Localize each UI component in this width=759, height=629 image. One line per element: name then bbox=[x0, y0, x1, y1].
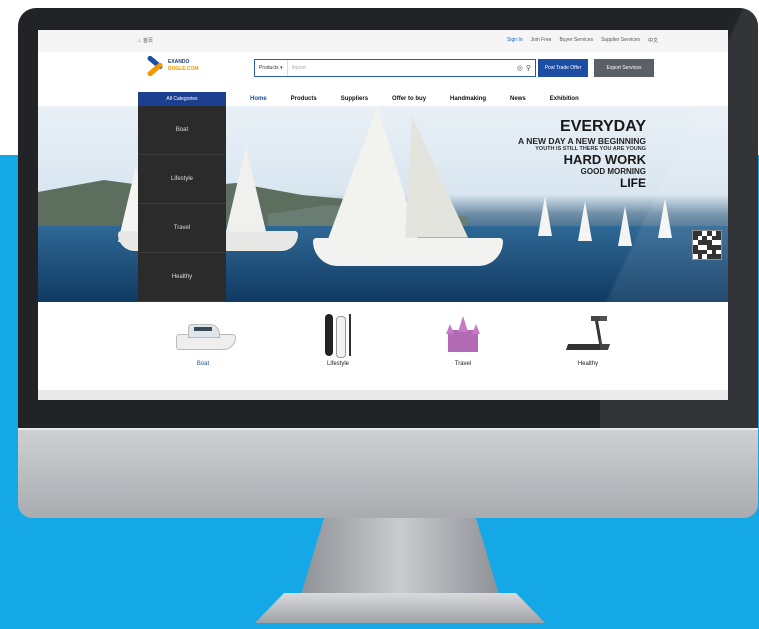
nav-item-offer-to-buy[interactable]: Offer to buy bbox=[392, 96, 426, 102]
paddleboard-icon bbox=[303, 312, 373, 358]
product-label-boat: Boat bbox=[196, 361, 210, 367]
hero-line-life: LIFE bbox=[620, 176, 646, 190]
product-categories: Boat Lifestyle Travel Healthy bbox=[38, 302, 728, 390]
search-category-select[interactable]: Products ▾ bbox=[255, 60, 288, 76]
product-card-healthy[interactable]: Healthy bbox=[543, 312, 633, 382]
search-bar: Products ▾ Import ◎ ⚲ bbox=[254, 59, 536, 77]
home-icon: ⌂ bbox=[138, 37, 142, 44]
logo-mark-icon bbox=[146, 54, 164, 78]
product-label-lifestyle: Lifestyle bbox=[326, 361, 349, 367]
product-label-healthy: Healthy bbox=[577, 361, 599, 367]
sail-shape bbox=[405, 116, 468, 238]
home-label: 首页 bbox=[143, 38, 154, 44]
boat-hull-shape bbox=[313, 238, 503, 266]
chevron-down-icon: ▾ bbox=[280, 65, 283, 71]
screen-footer-strip bbox=[38, 390, 728, 400]
distant-sail-shape bbox=[578, 201, 592, 241]
post-trade-offer-button[interactable]: Post Trade Offer bbox=[538, 59, 588, 77]
supplier-services-menu[interactable]: Supplier Services bbox=[601, 37, 640, 44]
hero-line-new-day: A NEW DAY A NEW BEGINNING bbox=[518, 136, 646, 146]
hero-text: EVERYDAY A NEW DAY A NEW BEGINNING YOUTH… bbox=[518, 118, 646, 190]
castle-icon bbox=[428, 312, 498, 357]
monitor-stand-base bbox=[255, 593, 545, 623]
distant-sail-shape bbox=[538, 196, 552, 236]
top-utility-bar: ⌂ 首页 Sign In Join Free Buyer Services Su… bbox=[38, 30, 728, 52]
category-side-menu: Boat Lifestyle Travel Healthy bbox=[138, 106, 226, 302]
nav-item-exhibition[interactable]: Exhibition bbox=[550, 96, 579, 102]
logo-text: EXANDO DUGLE.COM bbox=[168, 59, 199, 73]
nav-item-suppliers[interactable]: Suppliers bbox=[341, 96, 368, 102]
qr-code-icon[interactable] bbox=[692, 230, 722, 260]
nav-item-handmaking[interactable]: Handmaking bbox=[450, 96, 486, 102]
distant-sail-shape bbox=[658, 198, 672, 238]
site-header: EXANDO DUGLE.COM Products ▾ Import ◎ ⚲ P… bbox=[38, 52, 728, 92]
join-free-link[interactable]: Join Free bbox=[531, 37, 552, 44]
buyer-services-menu[interactable]: Buyer Services bbox=[559, 37, 593, 44]
screen: ⌂ 首页 Sign In Join Free Buyer Services Su… bbox=[38, 30, 728, 400]
chin-divider bbox=[18, 428, 758, 430]
boat-icon bbox=[168, 312, 238, 357]
nav-item-home[interactable]: Home bbox=[250, 96, 267, 102]
logo-subtitle: DUGLE.COM bbox=[168, 66, 199, 72]
product-card-lifestyle[interactable]: Lifestyle bbox=[293, 312, 383, 382]
sign-in-link[interactable]: Sign In bbox=[507, 37, 523, 44]
nav-items: Home Products Suppliers Offer to buy Han… bbox=[250, 92, 579, 106]
all-categories-button[interactable]: All Categories bbox=[138, 92, 226, 106]
monitor-chin bbox=[18, 428, 758, 518]
side-menu-item-healthy[interactable]: Healthy bbox=[138, 253, 226, 302]
side-menu-item-lifestyle[interactable]: Lifestyle bbox=[138, 155, 226, 204]
site-logo[interactable]: EXANDO DUGLE.COM bbox=[146, 54, 199, 78]
nav-item-products[interactable]: Products bbox=[291, 96, 317, 102]
home-link[interactable]: ⌂ 首页 bbox=[138, 37, 154, 45]
side-menu-item-boat[interactable]: Boat bbox=[138, 106, 226, 155]
search-input[interactable]: Import bbox=[288, 65, 517, 71]
search-icon[interactable]: ⚲ bbox=[526, 64, 531, 72]
product-label-travel: Travel bbox=[454, 361, 472, 367]
side-menu-item-travel[interactable]: Travel bbox=[138, 204, 226, 253]
hero-line-hard-work: HARD WORK bbox=[563, 152, 646, 167]
product-card-boat[interactable]: Boat bbox=[158, 312, 248, 382]
nav-item-news[interactable]: News bbox=[510, 96, 526, 102]
hero-line-good-morning: GOOD MORNING bbox=[580, 167, 646, 176]
export-services-button[interactable]: Export Services bbox=[594, 59, 654, 77]
language-switch[interactable]: 中文 bbox=[648, 37, 658, 44]
camera-icon[interactable]: ◎ bbox=[517, 64, 523, 72]
product-card-travel[interactable]: Travel bbox=[418, 312, 508, 382]
monitor-stand-neck bbox=[300, 518, 500, 598]
sail-shape bbox=[328, 106, 418, 239]
treadmill-icon bbox=[553, 312, 623, 357]
search-icons: ◎ ⚲ bbox=[517, 64, 535, 72]
hero-line-everyday: EVERYDAY bbox=[560, 118, 646, 135]
logo-title: EXANDO bbox=[168, 59, 190, 65]
top-right-links: Sign In Join Free Buyer Services Supplie… bbox=[507, 37, 658, 44]
